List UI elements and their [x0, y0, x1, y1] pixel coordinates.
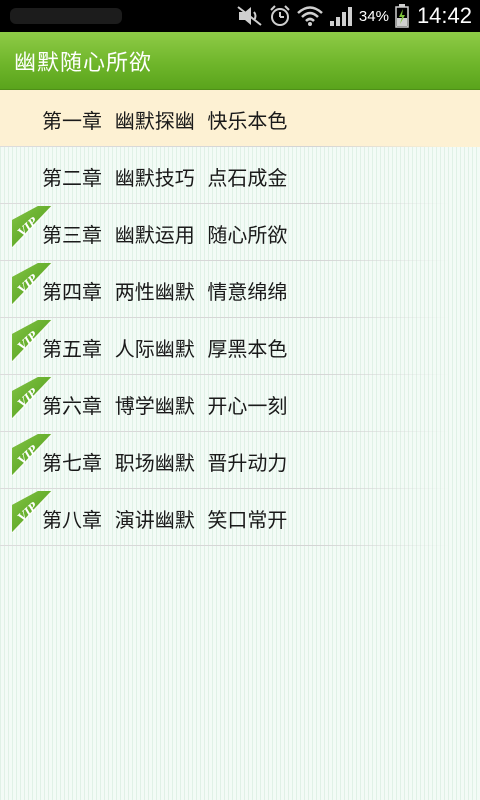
chapter-item-2[interactable]: 第二章 幽默技巧 点石成金: [0, 147, 480, 204]
alarm-icon: [269, 5, 291, 27]
wifi-icon: [297, 5, 323, 27]
chapter-item-1[interactable]: 第一章 幽默探幽 快乐本色: [0, 90, 480, 147]
chapter-label: 第五章 人际幽默 厚黑本色: [42, 337, 288, 361]
chapter-item-3[interactable]: VIP 第三章 幽默运用 随心所欲: [0, 204, 480, 261]
title-bar: 幽默随心所欲: [0, 32, 480, 90]
chapter-label: 第二章 幽默技巧 点石成金: [42, 166, 288, 190]
status-bar: 34% 14:42: [0, 0, 480, 32]
mute-icon: [237, 6, 263, 26]
chapter-item-6[interactable]: VIP 第六章 博学幽默 开心一刻: [0, 375, 480, 432]
chapter-label: 第四章 两性幽默 情意绵绵: [42, 280, 288, 304]
page-title: 幽默随心所欲: [14, 51, 153, 76]
chapter-label: 第六章 博学幽默 开心一刻: [42, 394, 288, 418]
notification-area: [10, 8, 122, 24]
battery-percent: 34%: [358, 7, 389, 25]
chapter-label: 第八章 演讲幽默 笑口常开: [42, 508, 288, 532]
chapter-item-8[interactable]: VIP 第八章 演讲幽默 笑口常开: [0, 489, 480, 546]
battery-charging-icon: [395, 4, 409, 28]
chapter-list[interactable]: 第一章 幽默探幽 快乐本色 第二章 幽默技巧 点石成金 VIP 第三章 幽默运用…: [0, 90, 480, 800]
chapter-item-7[interactable]: VIP 第七章 职场幽默 晋升动力: [0, 432, 480, 489]
chapter-label: 第一章 幽默探幽 快乐本色: [42, 109, 288, 133]
row-divider: [0, 545, 450, 546]
chapter-label: 第三章 幽默运用 随心所欲: [42, 223, 288, 247]
chapter-item-4[interactable]: VIP 第四章 两性幽默 情意绵绵: [0, 261, 480, 318]
clock: 14:42: [416, 3, 472, 28]
chapter-label: 第七章 职场幽默 晋升动力: [42, 451, 288, 475]
signal-icon: [329, 5, 353, 27]
chapter-item-5[interactable]: VIP 第五章 人际幽默 厚黑本色: [0, 318, 480, 375]
status-icons: 34% 14:42: [237, 0, 480, 32]
